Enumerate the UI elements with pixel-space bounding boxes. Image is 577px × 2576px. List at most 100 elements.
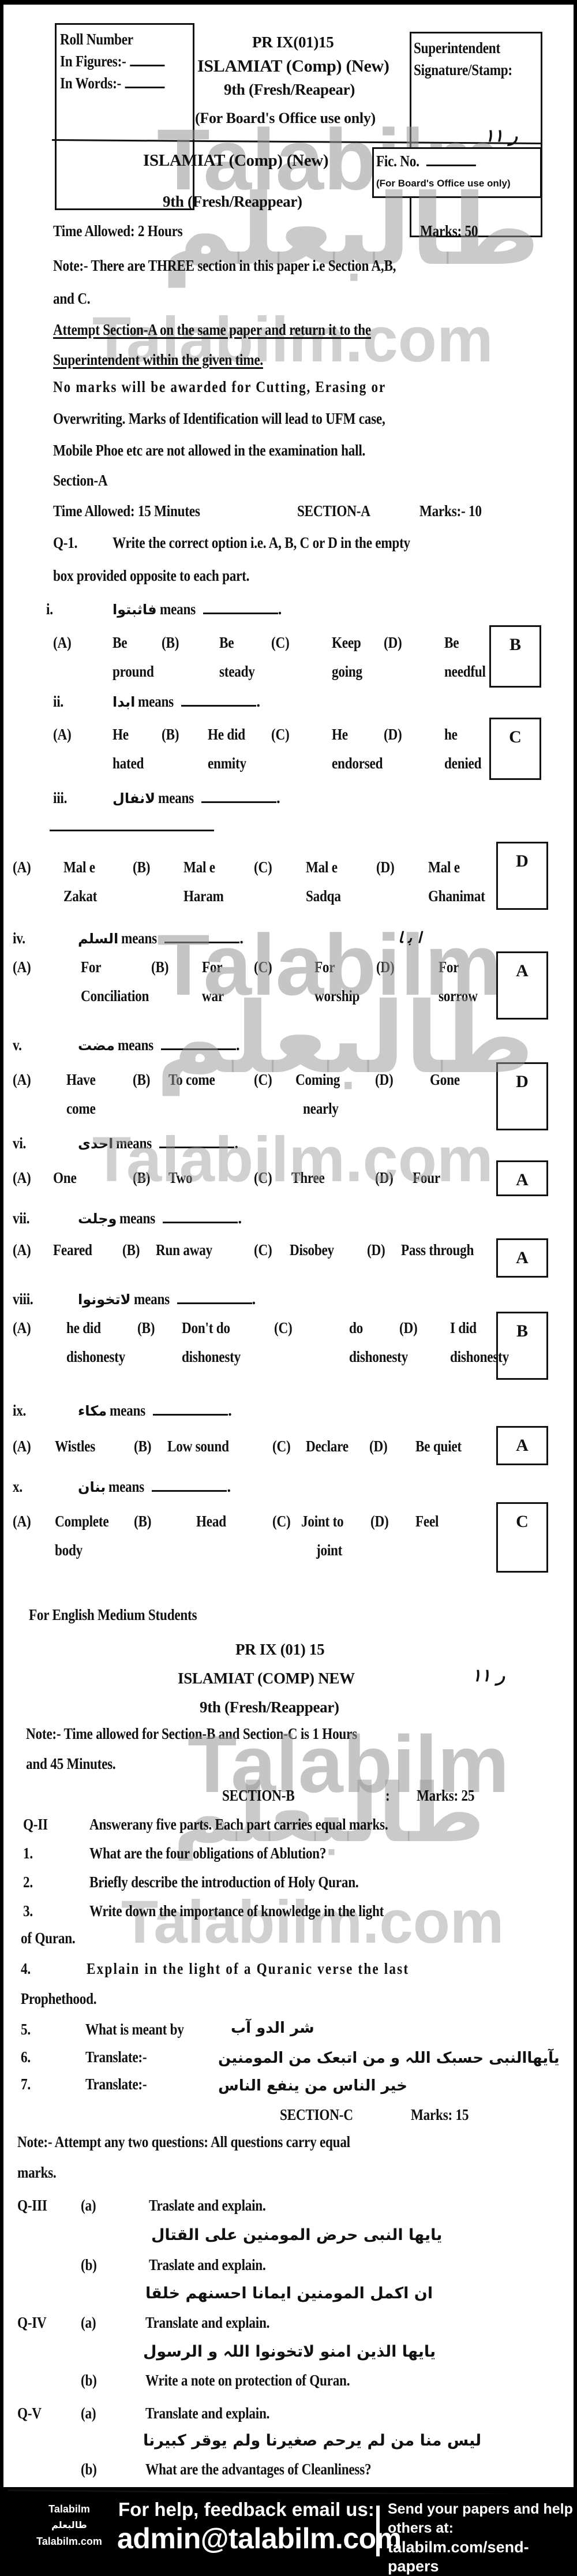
mcq-5-answer-box[interactable]: D [496, 1062, 548, 1130]
fic-number-text: Fic. No. [376, 152, 419, 170]
mcq-10-option-d-label: (D) [370, 1513, 389, 1530]
mcq-9-option-d-text: Be quiet [415, 1438, 462, 1455]
mcq-4-arabic-term: السلم [78, 931, 119, 947]
mcq-4-blank [164, 930, 240, 943]
mcq-7-option-d-label: (D) [367, 1241, 385, 1259]
mcq-6-option-a-text: One [53, 1169, 77, 1186]
time-allowed-total: Time Allowed: 2 Hours [53, 222, 183, 240]
mcq-3-answer-box[interactable]: D [496, 842, 548, 910]
mcq-1-option-a-text: Be [113, 634, 128, 651]
mcq-2-arabic-term: ابدا [113, 694, 136, 710]
in-figures-text: In Figures:- [60, 53, 126, 70]
rules-line-1: No marks will be awarded for Cutting, Er… [53, 378, 386, 395]
mcq-7-answer-box[interactable]: A [496, 1238, 548, 1278]
mcq-8-option-a-label: (A) [13, 1319, 31, 1336]
fic-number-blank[interactable] [426, 153, 476, 166]
mcq-1-answer-box[interactable]: B [489, 625, 541, 688]
q3b-arabic: ان اکمل المومنین ایمانا احسنھم خلقا [145, 2284, 433, 2302]
rules-line-3: Mobile Phoe etc are not allowed in the e… [53, 442, 366, 459]
mcq-4-option-d-label: (D) [376, 958, 395, 976]
mcq-7-means: means [119, 1209, 156, 1227]
footer-send-line-1: Send your papers and help [388, 2501, 573, 2517]
mcq-5-option-d-label: (D) [375, 1071, 394, 1088]
mcq-2-option-c-text: He [332, 726, 348, 743]
in-words-text: In Words:- [60, 74, 122, 92]
mcq-10-number: x. [13, 1478, 23, 1495]
mcq-5-blank [160, 1037, 236, 1050]
q2-item-7-num: 7. [21, 2075, 31, 2093]
mcq-3-stem: لانفال means. [113, 789, 280, 807]
mcq-10-answer-box[interactable]: C [496, 1502, 548, 1573]
fic-office-note: (For Board's Office use only) [376, 178, 511, 189]
mcq-2-option-d-text-cont: denied [444, 755, 482, 772]
q3a-text: Traslate and explain. [149, 2197, 266, 2214]
mcq-3-extra-blank [50, 830, 214, 831]
mcq-6-answer-box[interactable]: A [496, 1160, 548, 1196]
mcq-5-option-b-label: (B) [133, 1071, 151, 1088]
in-figures-blank[interactable] [130, 53, 165, 66]
mcq-8-means: means [133, 1290, 170, 1308]
q2-item-6: Translate:- [85, 2048, 147, 2066]
mcq-1-blank [203, 601, 278, 614]
q3b-label: (b) [81, 2256, 97, 2273]
mcq-6-option-b-text: Two [168, 1169, 193, 1186]
mcq-1-arabic-term: فاثبتوا [113, 602, 157, 618]
mcq-5-option-d-text: Gone [430, 1071, 460, 1088]
note-three-sections: Note:- There are THREE section in this p… [53, 257, 396, 274]
q5-number: Q-V [17, 2405, 42, 2422]
mcq-10-option-c-label: (C) [272, 1513, 291, 1530]
mcq-8-answer-box[interactable]: B [496, 1312, 548, 1380]
mcq-2-answer-box[interactable]: C [489, 718, 541, 780]
mcq-6-blank [159, 1135, 235, 1148]
footer-send-papers: Send your papers and help others at: tal… [388, 2500, 577, 2576]
mcq-8-stem: لاتخونوا means. [78, 1290, 256, 1308]
mcq-4-option-a-text: For [81, 958, 102, 976]
mcq-8-option-a-text-cont: dishonesty [66, 1348, 125, 1365]
mcq-4-option-d-text: For [439, 958, 459, 976]
mcq-3-number: iii. [53, 789, 68, 807]
mcq-7-option-c-label: (C) [254, 1241, 272, 1259]
part2-class: 9th (Fresh/Reappear) [200, 1698, 339, 1716]
q2-instruction: Answerany five parts. Each part carries … [89, 1816, 388, 1833]
mcq-9-answer-box[interactable]: A [496, 1426, 548, 1465]
q5a-arabic: لیس منا من لم یرحم صغیرنا ولم یوقر کبیرن… [143, 2432, 482, 2450]
q4b-text: Write a note on protection of Quran. [145, 2372, 350, 2389]
footer-send-link[interactable]: talabilm.com/send-papers [388, 2538, 577, 2576]
mcq-1-option-c-text-cont: going [332, 663, 362, 680]
mcq-5-option-c-label: (C) [254, 1071, 272, 1088]
in-words-blank[interactable] [125, 75, 165, 88]
mcq-8-option-b-text-cont: dishonesty [182, 1348, 241, 1365]
mcq-8-number: viii. [13, 1290, 33, 1308]
q2-item-5-num: 5. [21, 2021, 31, 2038]
mcq-3-means: means [158, 789, 194, 807]
section-a-title: SECTION-A [297, 502, 370, 520]
q2-item-3-num: 3. [23, 1902, 33, 1920]
signature-stamp-label: Signature/Stamp: [414, 61, 512, 79]
mcq-4-option-d-text-cont: sorrow [439, 987, 478, 1005]
q1-number: Q-1. [53, 534, 78, 551]
mcq-10-option-a-text: Complete [55, 1513, 109, 1530]
mcq-7-option-b-text: Run away [156, 1241, 212, 1259]
footer-email-link[interactable]: admin@talabilm.com [117, 2522, 402, 2555]
roll-number-box: Roll Number In Figures:- In Words:- [55, 23, 194, 210]
q2-item-1-num: 1. [23, 1845, 33, 1862]
mcq-10-option-c-text-cont: joint [316, 1541, 343, 1559]
section-b-marks: Marks: 25 [417, 1787, 475, 1804]
mcq-3-option-c-label: (C) [254, 858, 272, 876]
q3a-arabic: یایھا النبی حرض المومنین علی القتال [151, 2226, 443, 2244]
mcq-2-option-b-text-cont: enmity [208, 755, 246, 772]
mcq-4-answer-box[interactable]: A [496, 951, 548, 1020]
mcq-9-option-c-text: Declare [306, 1438, 349, 1455]
mcq-8-option-c-text: do [349, 1319, 364, 1336]
mcq-2-option-d-label: (D) [384, 726, 402, 743]
part2-handwritten-mark: ﺭ ۱۱ [472, 1666, 505, 1686]
mcq-3-option-d-text: Mal e [428, 858, 460, 876]
mcq-9-option-c-label: (C) [272, 1438, 291, 1455]
footer-brand-site[interactable]: Talabilm.com [32, 2533, 107, 2549]
mcq-1-option-c-label: (C) [271, 634, 290, 651]
mcq-7-option-c-text: Disobey [290, 1241, 334, 1259]
mcq-1-stem: فاثبتوا means. [113, 600, 282, 618]
mcq-9-option-a-label: (A) [13, 1438, 31, 1455]
q2-item-4-num: 4. [21, 1960, 31, 1977]
mcq-10-option-b-label: (B) [134, 1513, 152, 1530]
